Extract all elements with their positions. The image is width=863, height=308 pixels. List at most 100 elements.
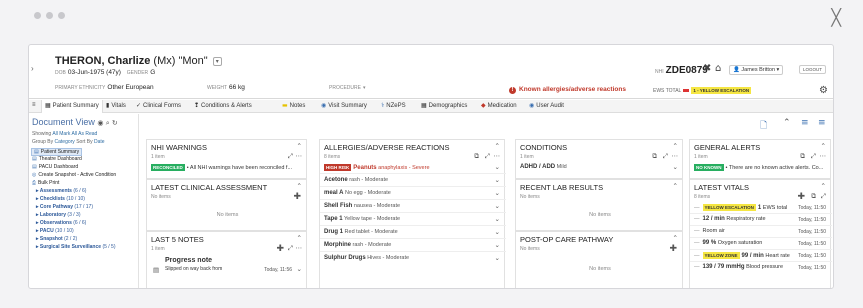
more-icon[interactable]: ⋯ — [494, 152, 501, 160]
sidebar-item-patient-summary[interactable]: ▤ Patient Summary — [31, 148, 83, 156]
allergy-row[interactable]: Drug 1 Red tablet - Moderate — [324, 229, 398, 235]
list-view-icon[interactable]: ≡ — [801, 118, 809, 128]
add-document-icon[interactable]: ⧉ — [800, 152, 805, 161]
collapse-icon[interactable]: ⌃ — [297, 142, 302, 150]
sort-by-date[interactable]: Date — [94, 139, 105, 145]
collapse-icon[interactable]: ⌃ — [495, 142, 500, 150]
chevron-down-icon[interactable]: ⌄ — [495, 241, 500, 249]
sidebar-group-laboratory[interactable]: ▸ Laboratory (3 / 3) — [36, 212, 80, 218]
sidebar-group-assessments[interactable]: ▸ Assessments (6 / 6) — [36, 188, 86, 194]
vital-row[interactable]: —12 / min Respiratory rate — [694, 216, 766, 222]
tab-conditions-alerts[interactable]: ❢ Conditions & Alerts — [194, 102, 252, 109]
vital-row[interactable]: — YELLOW ESCALATION 1 EWS total — [694, 204, 787, 211]
chevron-down-icon[interactable]: ⌄ — [297, 265, 302, 273]
tab-visit-summary[interactable]: ◉ Visit Summary — [321, 102, 367, 109]
settings-icon[interactable]: ⚙ — [819, 85, 828, 96]
chevron-down-icon[interactable]: ⌄ — [495, 189, 500, 197]
allergy-row[interactable]: Morphine rash - Moderate — [324, 242, 391, 248]
more-icon[interactable]: ⋯ — [820, 152, 827, 160]
note-title[interactable]: Progress note — [165, 257, 212, 264]
expand-icon[interactable]: ⤢ — [485, 152, 490, 161]
procedure-field[interactable]: PROCEDURE ▾ — [329, 84, 367, 91]
vital-row[interactable]: —139 / 79 mmHg Blood pressure — [694, 264, 783, 270]
chevron-down-icon[interactable]: ▾ — [212, 56, 222, 66]
more-icon[interactable]: ⋯ — [296, 244, 303, 252]
menu-icon[interactable]: ≡ — [818, 118, 826, 128]
allergy-row[interactable]: Acetone rash - Moderate — [324, 177, 388, 183]
logout-button[interactable]: LOGOUT — [799, 65, 827, 74]
collapse-icon[interactable]: ⌃ — [821, 182, 826, 190]
sidebar-group-core-pathway[interactable]: ▸ Core Pathway (17 / 17) — [36, 204, 93, 210]
expand-icon[interactable]: ⤢ — [821, 192, 826, 201]
more-icon[interactable]: ⋯ — [296, 152, 303, 160]
document-add-icon[interactable]: 🗋 — [760, 118, 767, 134]
sidebar-group-surgical-site[interactable]: ▸ Surgical Site Surveillance (5 / 5) — [36, 244, 116, 250]
vital-row[interactable]: — Room air — [694, 228, 725, 234]
tab-nzeps[interactable]: ⚕ NZePS — [381, 102, 406, 109]
chevron-down-icon[interactable]: ⌄ — [495, 228, 500, 236]
sidebar-group-pacu[interactable]: ▸ PACU (10 / 10) — [36, 228, 74, 234]
menu-icon[interactable]: ≡ — [32, 102, 36, 108]
expand-icon[interactable]: ⤢ — [288, 244, 293, 253]
allergy-row[interactable]: meal A No egg - Moderate — [324, 190, 391, 196]
expand-icon[interactable]: ⤢ — [811, 152, 816, 161]
add-icon[interactable]: ✚ — [797, 192, 805, 202]
add-icon[interactable]: ✚ — [669, 244, 677, 254]
tab-vitals[interactable]: ▮ Vitals — [106, 102, 126, 109]
chevron-down-icon[interactable]: ⌄ — [495, 254, 500, 262]
chevron-down-icon[interactable]: ⌄ — [673, 163, 678, 171]
close-patient-icon[interactable]: ✖ — [703, 63, 711, 74]
tab-demographics[interactable]: ▦ Demographics — [421, 102, 467, 109]
sidebar-item-create-snapshot[interactable]: ◎ Create Snapshot - Active Condition — [32, 172, 116, 178]
more-icon[interactable]: ⋯ — [672, 152, 679, 160]
sidebar-group-checklists[interactable]: ▸ Checklists (10 / 10) — [36, 196, 85, 202]
sidebar-group-observations[interactable]: ▸ Observations (6 / 6) — [36, 220, 86, 226]
collapse-icon[interactable]: ⌃ — [673, 142, 678, 150]
refresh-icon[interactable]: ↻ — [112, 119, 118, 127]
collapse-icon[interactable]: ⌃ — [297, 182, 302, 190]
tab-medication[interactable]: ◆ Medication — [481, 102, 517, 109]
sidebar-item-theatre-dashboard[interactable]: ▤ Theatre Dashboard — [32, 156, 82, 162]
tab-user-audit[interactable]: ◉ User Audit — [529, 102, 564, 109]
show-all-link[interactable]: All — [52, 131, 58, 137]
vital-row[interactable]: —99 % Oxygen saturation — [694, 240, 762, 246]
expand-icon[interactable]: ⤢ — [663, 152, 668, 161]
allergy-row[interactable]: Sulphur Drugs Hives - Moderate — [324, 255, 409, 261]
add-document-icon[interactable]: ⧉ — [474, 152, 479, 161]
search-icon[interactable]: ⌕ — [106, 119, 110, 127]
collapse-icon[interactable]: ⌃ — [673, 234, 678, 242]
add-document-icon[interactable]: ⧉ — [652, 152, 657, 161]
allergy-row[interactable]: Shell Fish nausea - Moderate — [324, 203, 400, 209]
group-by-category[interactable]: Category — [55, 139, 75, 145]
condition-row[interactable]: ADHD / ADD Mild — [520, 164, 567, 170]
user-menu-button[interactable]: 👤 James Britton ▾ — [729, 65, 784, 75]
sidebar-item-bulk-print[interactable]: ⎙ Bulk Print — [32, 180, 59, 186]
sidebar-item-pacu-dashboard[interactable]: ▤ PACU Dashboard — [32, 164, 78, 170]
tab-clinical-forms[interactable]: ✓ Clinical Forms — [136, 102, 181, 109]
chevron-down-icon[interactable]: ⌄ — [495, 202, 500, 210]
sidebar-group-snapshot[interactable]: ▸ Snapshot (2 / 2) — [36, 236, 77, 242]
chevron-down-icon[interactable]: ⌄ — [495, 163, 500, 171]
add-icon[interactable]: ✚ — [276, 244, 284, 254]
collapse-arrow-icon[interactable]: › — [31, 64, 34, 73]
allergy-row[interactable]: HIGH RISK Peanuts anaphylaxis - Severe — [324, 164, 430, 171]
tab-patient-summary[interactable]: ▦ Patient Summary — [41, 100, 103, 113]
mark-all-read-link[interactable]: Mark All As Read — [59, 131, 97, 137]
list-item[interactable]: RECONCILED • All NHI warnings have been r… — [151, 164, 292, 171]
eye-icon[interactable]: ◉ — [97, 119, 103, 127]
close-icon[interactable]: ╳ — [831, 8, 841, 27]
collapse-icon[interactable]: ⌃ — [673, 182, 678, 190]
add-icon[interactable]: ✚ — [293, 192, 301, 202]
tab-notes[interactable]: ▬ Notes — [282, 102, 305, 109]
chevron-down-icon[interactable]: ⌄ — [495, 215, 500, 223]
vital-row[interactable]: — YELLOW ZONE 99 / min Heart rate — [694, 252, 790, 259]
chevron-down-icon[interactable]: ⌄ — [495, 176, 500, 184]
home-icon[interactable]: ⌂ — [715, 63, 721, 74]
expand-icon[interactable]: ⤢ — [288, 152, 293, 161]
collapse-icon[interactable]: ⌃ — [821, 142, 826, 150]
allergy-warning[interactable]: ! Known allergies/adverse reactions — [509, 86, 626, 94]
alert-row[interactable]: NO KNOWN • There are no known active aler… — [694, 164, 823, 171]
collapse-icon[interactable]: ⌃ — [297, 234, 302, 242]
chevron-up-icon[interactable]: ⌃ — [783, 118, 791, 128]
allergy-row[interactable]: Tape 1 Yellow tape - Moderate — [324, 216, 400, 222]
